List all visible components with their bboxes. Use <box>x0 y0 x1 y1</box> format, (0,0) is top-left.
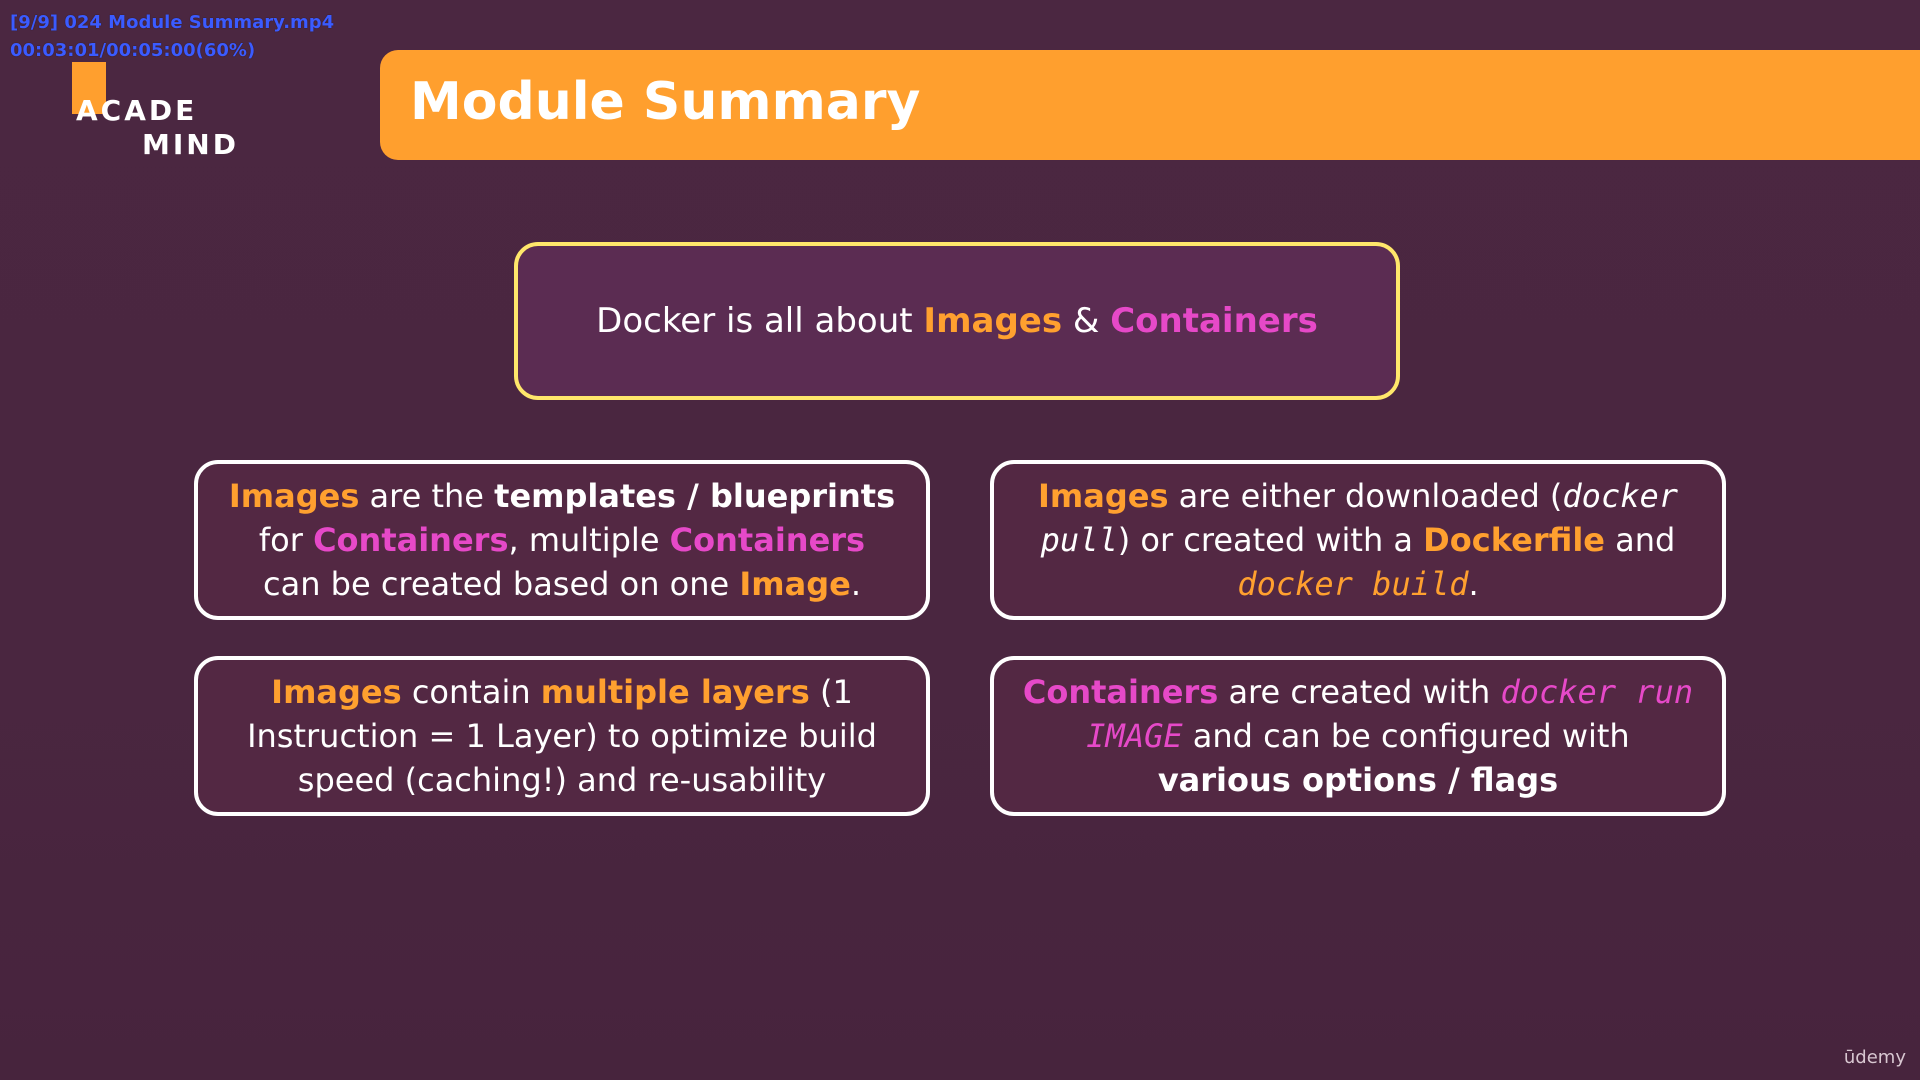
hero-statement-box: Docker is all about Images & Containers <box>514 242 1400 400</box>
keyword-templates: templates / blueprints <box>494 477 896 515</box>
summary-card-images-templates: Images are the templates / blueprints fo… <box>194 460 930 620</box>
card-text: Images are either downloaded (docker pul… <box>1022 474 1694 606</box>
summary-card-containers-run: Containers are created with docker run I… <box>990 656 1726 816</box>
card-text: Containers are created with docker run I… <box>1022 670 1694 802</box>
video-timecode-overlay: 00:03:01/00:05:00(60%) <box>10 40 256 61</box>
hero-ampersand: & <box>1062 301 1111 341</box>
keyword-images: Images <box>271 673 402 711</box>
slide-title: Module Summary <box>410 72 921 132</box>
text-segment: ) or created with a <box>1117 521 1424 559</box>
video-frame: [9/9] 024 Module Summary.mp4 00:03:01/00… <box>0 0 1920 1080</box>
keyword-multiple-layers: multiple layers <box>540 673 810 711</box>
keyword-images: Images <box>228 477 360 515</box>
hero-statement: Docker is all about Images & Containers <box>596 301 1318 341</box>
text-segment: are either downloaded ( <box>1168 477 1563 515</box>
summary-card-images-layers: Images contain multiple layers (1 Instru… <box>194 656 930 816</box>
text-segment: for <box>258 521 314 559</box>
text-segment: and can be configured with <box>1182 717 1630 755</box>
code-docker-build: docker build <box>1237 565 1469 603</box>
keyword-options-flags: various options / flags <box>1157 761 1559 799</box>
keyword-dockerfile: Dockerfile <box>1423 521 1605 559</box>
card-text: Images are the templates / blueprints fo… <box>226 474 898 606</box>
text-segment: and <box>1604 521 1676 559</box>
text-segment: contain <box>401 673 541 711</box>
text-segment: are the <box>359 477 495 515</box>
text-segment: are created with <box>1218 673 1501 711</box>
card-text: Images contain multiple layers (1 Instru… <box>226 670 898 802</box>
text-segment: can be created based on one <box>262 565 740 603</box>
academind-logo: ACADE MIND <box>70 60 270 170</box>
keyword-containers: Containers <box>313 521 509 559</box>
text-segment: , multiple <box>508 521 670 559</box>
hero-prefix: Docker is all about <box>596 301 924 341</box>
keyword-image: Image <box>739 565 851 603</box>
hero-containers-keyword: Containers <box>1110 301 1318 341</box>
text-segment: . <box>1468 565 1479 603</box>
logo-text-line-2: MIND <box>142 128 239 161</box>
summary-card-images-sources: Images are either downloaded (docker pul… <box>990 460 1726 620</box>
keyword-containers: Containers <box>669 521 866 559</box>
hero-images-keyword: Images <box>923 301 1063 341</box>
keyword-images: Images <box>1038 477 1169 515</box>
logo-text-line-1: ACADE <box>76 94 198 127</box>
slide-title-bar: Module Summary <box>380 50 1920 160</box>
udemy-watermark: ūdemy <box>1843 1047 1906 1068</box>
text-segment: . <box>850 565 862 603</box>
keyword-containers: Containers <box>1022 673 1219 711</box>
video-filename-overlay: [9/9] 024 Module Summary.mp4 <box>10 12 335 33</box>
